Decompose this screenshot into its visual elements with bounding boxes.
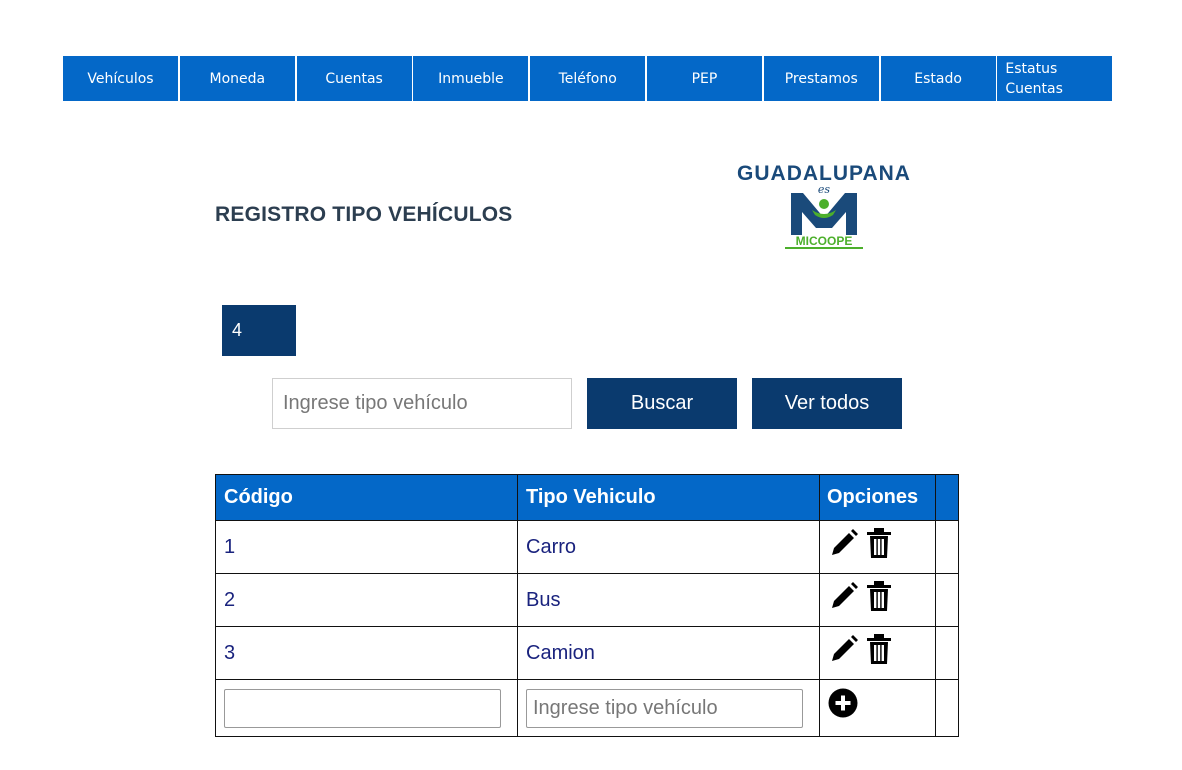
page-title: REGISTRO TIPO VEHÍCULOS: [215, 203, 513, 226]
cell-options: [819, 626, 936, 680]
cell-options: [819, 679, 936, 737]
view-all-button[interactable]: Ver todos: [752, 378, 902, 429]
cell-options: [819, 520, 936, 574]
cell-code: 3: [215, 626, 518, 680]
nav-item-moneda[interactable]: Moneda: [179, 56, 295, 101]
record-count-badge: 4: [222, 305, 296, 356]
header-options: Opciones: [819, 474, 936, 521]
table-row: 2 Bus: [215, 573, 959, 627]
header-type: Tipo Vehiculo: [517, 474, 820, 521]
edit-icon[interactable]: [828, 633, 860, 671]
top-nav: Vehículos Moneda Cuentas Inmueble Teléfo…: [63, 56, 1113, 101]
cell-extra: [935, 573, 959, 627]
table-row: 3 Camion: [215, 626, 959, 680]
vehicle-types-table: Código Tipo Vehiculo Opciones 1 Carro 2 …: [215, 474, 959, 737]
nav-item-vehiculos[interactable]: Vehículos: [63, 56, 178, 101]
table-header-row: Código Tipo Vehiculo Opciones: [215, 474, 959, 521]
new-code-input[interactable]: [224, 688, 501, 728]
nav-item-telefono[interactable]: Teléfono: [530, 56, 646, 101]
header-extra: [935, 474, 959, 521]
nav-item-estatus-cuentas-label: Estatus Cuentas: [1005, 59, 1063, 99]
cell-code: 2: [215, 573, 518, 627]
cell-extra: [935, 520, 959, 574]
trash-icon[interactable]: [866, 633, 892, 671]
logo-m-icon: [791, 193, 857, 235]
cell-type: Bus: [517, 573, 820, 627]
trash-icon[interactable]: [866, 580, 892, 618]
nav-label-line1: Estatus: [1005, 60, 1058, 77]
search-button[interactable]: Buscar: [587, 378, 737, 429]
add-circle-icon[interactable]: [828, 688, 858, 724]
nav-item-inmueble[interactable]: Inmueble: [413, 56, 529, 101]
nav-label-line2: Cuentas: [1005, 80, 1063, 97]
cell-code-input: [215, 679, 518, 737]
cell-extra: [935, 626, 959, 680]
guadalupana-micoope-logo: GUADALUPANA es MICOOPE: [737, 162, 911, 249]
record-count-value: 4: [232, 320, 243, 340]
cell-options: [819, 573, 936, 627]
trash-icon[interactable]: [866, 527, 892, 565]
edit-icon[interactable]: [828, 527, 860, 565]
cell-extra: [935, 679, 959, 737]
table-row: 1 Carro: [215, 520, 959, 574]
edit-icon[interactable]: [828, 580, 860, 618]
new-type-input[interactable]: [526, 688, 803, 728]
cell-code: 1: [215, 520, 518, 574]
nav-item-prestamos[interactable]: Prestamos: [763, 56, 879, 101]
cell-type: Camion: [517, 626, 820, 680]
cell-type-input: [517, 679, 820, 737]
nav-item-estatus-cuentas[interactable]: Estatus Cuentas: [997, 56, 1113, 101]
search-input[interactable]: [272, 378, 572, 429]
nav-item-estado[interactable]: Estado: [880, 56, 996, 101]
nav-item-cuentas[interactable]: Cuentas: [296, 56, 412, 101]
logo-script-text: es: [818, 183, 831, 196]
header-code: Código: [215, 474, 518, 521]
cell-type: Carro: [517, 520, 820, 574]
logo-top-text: GUADALUPANA: [737, 162, 911, 185]
nav-item-pep[interactable]: PEP: [646, 56, 762, 101]
table-new-row: [215, 679, 959, 737]
logo-bottom-text: MICOOPE: [796, 234, 853, 248]
